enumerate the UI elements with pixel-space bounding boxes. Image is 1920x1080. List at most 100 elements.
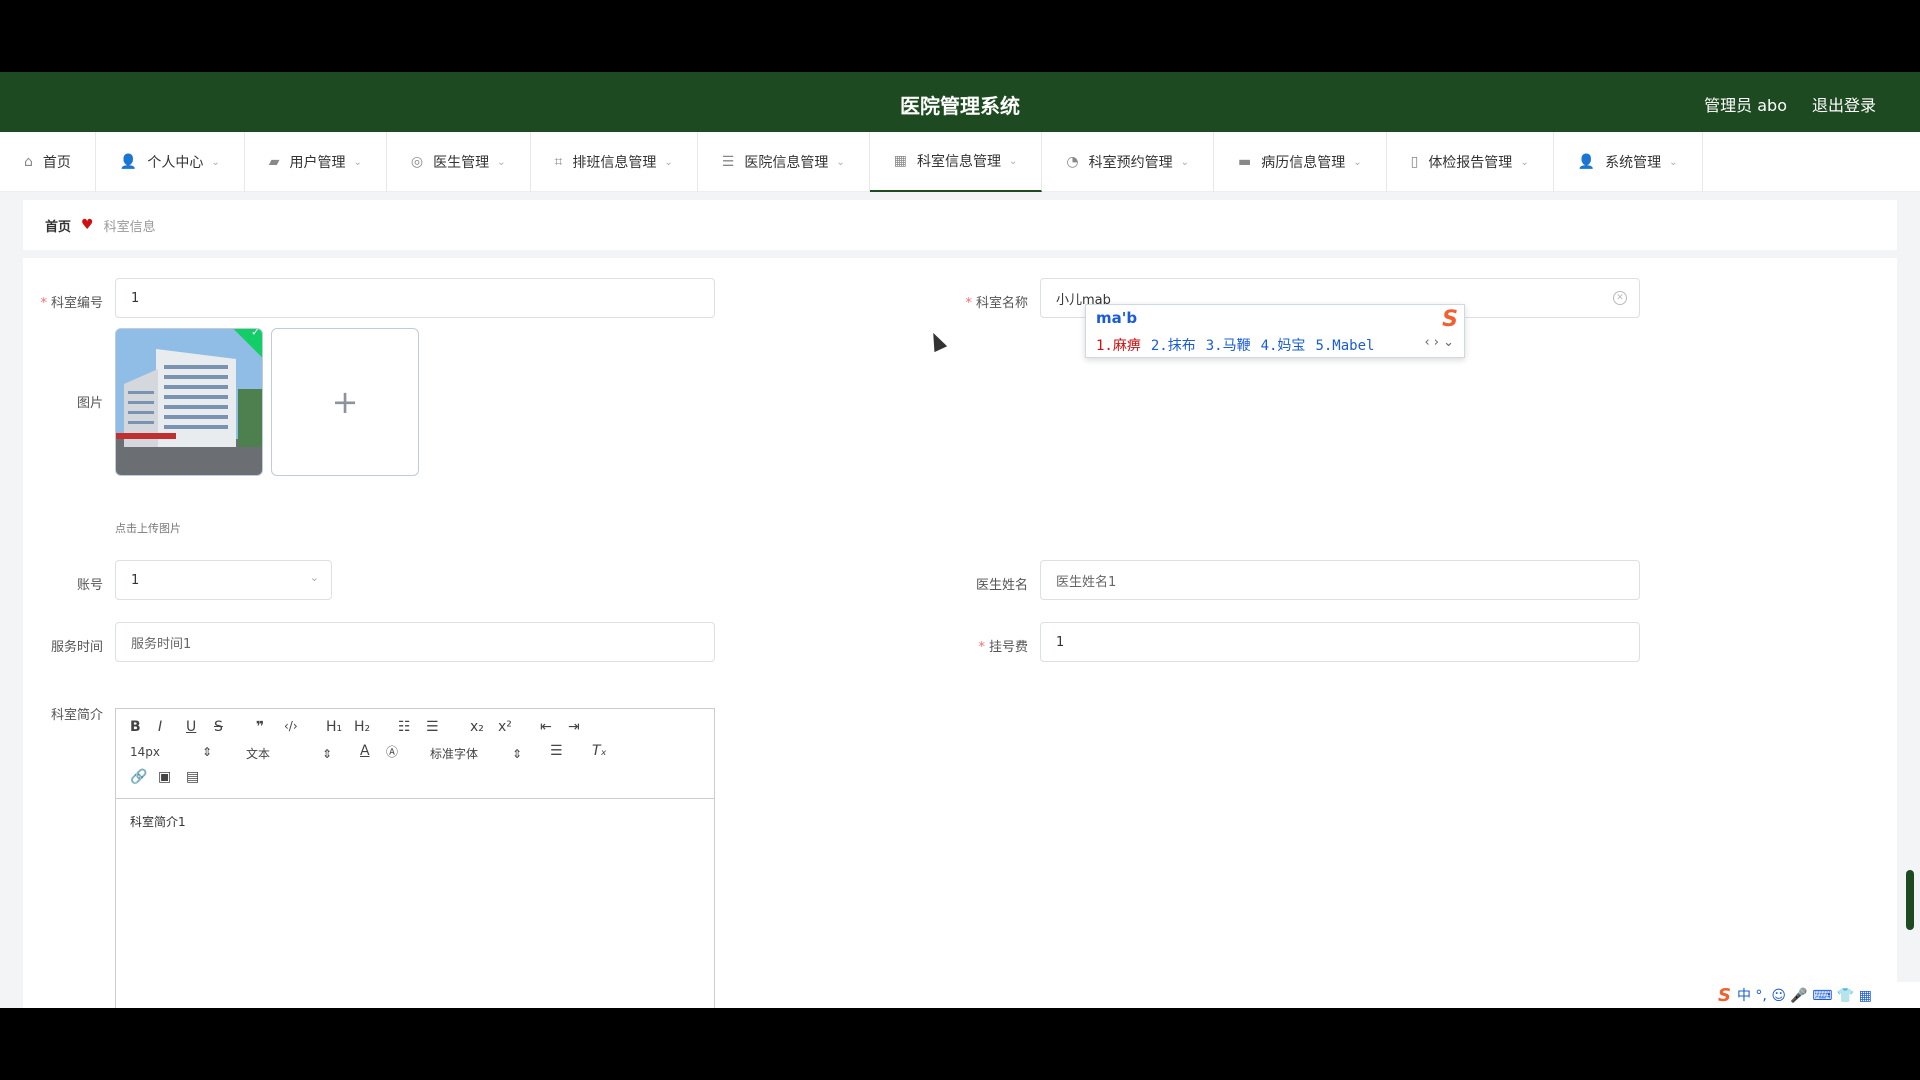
- upload-button[interactable]: +: [271, 328, 419, 476]
- clear-icon[interactable]: ✕: [1613, 291, 1627, 305]
- person-icon: 👤: [1577, 154, 1596, 170]
- service-time-label: 服务时间: [50, 640, 103, 655]
- strike-icon[interactable]: S: [214, 719, 223, 735]
- ime-candidate-4[interactable]: 4.妈宝: [1261, 338, 1306, 354]
- main-area: 首页 ♥ 科室信息 * 科室编号 1 * 科室名称 小儿mab ✕ 图片 ✓ +…: [0, 192, 1920, 1008]
- code-icon[interactable]: ‹/›: [284, 719, 298, 733]
- form-card: * 科室编号 1 * 科室名称 小儿mab ✕ 图片 ✓ + 点击上传图片 账号…: [23, 258, 1897, 1008]
- check-icon: ✓: [251, 328, 261, 339]
- h1-icon[interactable]: H₁: [326, 719, 342, 735]
- font-family-select[interactable]: 标准字体 ⇕: [430, 745, 522, 762]
- underline-icon[interactable]: U: [186, 719, 196, 735]
- rich-text-editor: B I U S ❞ ‹/› H₁ H₂ ☷ ☰ x₂ x² ⇤ ⇥ 14px ⇕ …: [115, 708, 715, 1008]
- quote-icon[interactable]: ❞: [256, 719, 264, 735]
- ime-candidate-1[interactable]: 1.麻痹: [1096, 338, 1141, 354]
- ime-tray-icons[interactable]: 中 °, ☺ 🎤 ⌨ 👕 ▦: [1737, 985, 1872, 1005]
- nav-item-8[interactable]: ▬ 病历信息管理 ⌄: [1214, 132, 1387, 192]
- chevron-down-icon: ⌄: [309, 571, 319, 584]
- ime-candidates: 1.麻痹 2.抹布 3.马鞭 4.妈宝 5.Mabel: [1096, 335, 1384, 355]
- fee-input[interactable]: 1: [1040, 622, 1640, 662]
- chevron-down-icon: ⌄: [211, 156, 220, 168]
- nav-item-0[interactable]: ⌂ 首页: [0, 132, 96, 192]
- subscript-icon[interactable]: x₂: [470, 719, 484, 735]
- italic-icon[interactable]: I: [158, 719, 162, 735]
- dept-no-input[interactable]: 1: [115, 278, 715, 318]
- clear-format-icon[interactable]: Tₓ: [592, 743, 607, 759]
- nav-item-5[interactable]: ☰ 医院信息管理 ⌄: [698, 132, 870, 192]
- intro-label: 科室简介: [50, 708, 103, 723]
- hospital-building-image: [116, 329, 262, 475]
- sogou-logo-icon: S: [1442, 307, 1458, 332]
- video-icon[interactable]: ▤: [186, 769, 199, 785]
- breadcrumb-home[interactable]: 首页: [45, 216, 71, 235]
- bold-icon[interactable]: B: [130, 719, 141, 735]
- chevron-down-icon: ⌄: [1008, 155, 1018, 167]
- doctor-name-input[interactable]: 医生姓名1: [1040, 560, 1640, 600]
- ime-candidate-popup: ma'b S 1.麻痹 2.抹布 3.马鞭 4.妈宝 5.Mabel ‹ › ⌄: [1085, 304, 1465, 358]
- nav-item-label: 个人中心: [147, 155, 204, 171]
- bottom-black-bar: [0, 1008, 1920, 1080]
- nav-item-label: 体检报告管理: [1428, 155, 1513, 171]
- admin-label: 管理员 abo: [1704, 96, 1787, 115]
- image-label: 图片: [76, 396, 103, 411]
- ticket-icon: ▬: [1237, 154, 1252, 170]
- indent-icon[interactable]: ⇥: [568, 719, 580, 735]
- superscript-icon[interactable]: x²: [498, 719, 512, 735]
- chevron-down-icon: ⌄: [497, 156, 506, 168]
- ime-candidate-2[interactable]: 2.抹布: [1151, 338, 1196, 354]
- font-color-icon[interactable]: A: [360, 743, 370, 759]
- logout-button[interactable]: 退出登录: [1812, 92, 1876, 116]
- nav-item-label: 用户管理: [289, 155, 346, 171]
- editor-toolbar: B I U S ❞ ‹/› H₁ H₂ ☷ ☰ x₂ x² ⇤ ⇥ 14px ⇕ …: [116, 709, 714, 799]
- dept-name-label: * 科室名称: [965, 296, 1028, 311]
- background-color-icon[interactable]: Ⓐ: [386, 743, 398, 760]
- plus-icon: +: [331, 383, 359, 421]
- bullet-list-icon[interactable]: ☰: [426, 719, 439, 735]
- chevron-down-icon: ⌄: [353, 156, 362, 168]
- account-select[interactable]: 1 ⌄: [115, 560, 332, 600]
- gauge-icon: ◔: [1066, 154, 1079, 170]
- outdent-icon[interactable]: ⇤: [540, 719, 552, 735]
- font-size-select[interactable]: 14px ⇕: [130, 745, 212, 759]
- ime-page-arrows[interactable]: ‹ › ⌄: [1424, 335, 1454, 350]
- crop-icon: ⌗: [554, 154, 563, 170]
- chevron-down-icon: ⌄: [1180, 156, 1189, 168]
- ime-status-tray[interactable]: S 中 °, ☺ 🎤 ⌨ 👕 ▦: [1710, 982, 1920, 1008]
- nav-item-1[interactable]: 👤 个人中心 ⌄: [96, 132, 245, 192]
- editor-content[interactable]: 科室简介1: [116, 799, 714, 844]
- chevron-down-icon: ⌄: [1520, 156, 1529, 168]
- nav-item-label: 病历信息管理: [1261, 155, 1346, 171]
- nav-item-2[interactable]: ▰ 用户管理 ⌄: [245, 132, 387, 192]
- nav-item-9[interactable]: ▯ 体检报告管理 ⌄: [1387, 132, 1554, 192]
- users-icon: ▰: [268, 154, 280, 170]
- chevron-down-icon: ⌄: [1353, 156, 1362, 168]
- nav-item-label: 科室信息管理: [916, 154, 1001, 170]
- align-icon[interactable]: ☰: [550, 743, 563, 759]
- nav-item-10[interactable]: 👤 系统管理 ⌄: [1554, 132, 1703, 192]
- ime-candidate-5[interactable]: 5.Mabel: [1315, 338, 1374, 354]
- page-scrollbar[interactable]: [1906, 870, 1914, 930]
- chevron-down-icon: ⌄: [1669, 156, 1678, 168]
- sliders-icon: ☰: [721, 154, 735, 170]
- nav-item-7[interactable]: ◔ 科室预约管理 ⌄: [1042, 132, 1214, 192]
- uploaded-image-thumbnail[interactable]: ✓: [115, 328, 263, 476]
- nav-item-label: 系统管理: [1605, 155, 1662, 171]
- doctor-name-label: 医生姓名: [975, 578, 1028, 593]
- ime-pinyin: ma'b: [1096, 309, 1138, 327]
- nav-item-label: 首页: [42, 155, 71, 171]
- nav-item-3[interactable]: ◎ 医生管理 ⌄: [387, 132, 531, 192]
- header-select[interactable]: 文本 ⇕: [246, 745, 332, 762]
- ime-candidate-3[interactable]: 3.马鞭: [1206, 338, 1251, 354]
- heart-icon: ♥: [81, 217, 94, 233]
- top-nav: ⌂ 首页 👤 个人中心 ⌄ ▰ 用户管理 ⌄ ◎ 医生管理 ⌄ ⌗ 排班信息管理 ⌄ ☰ 医院信息管理 ⌄ ▦ 科室…: [0, 132, 1920, 192]
- image-icon[interactable]: ▣: [158, 769, 171, 785]
- account-label: 账号: [76, 578, 103, 593]
- nav-item-4[interactable]: ⌗ 排班信息管理 ⌄: [531, 132, 698, 192]
- link-icon[interactable]: 🔗: [130, 769, 147, 785]
- ordered-list-icon[interactable]: ☷: [398, 719, 411, 735]
- h2-icon[interactable]: H₂: [354, 719, 370, 735]
- app-header: 医院管理系统 管理员 abo 退出登录: [0, 72, 1920, 132]
- nav-item-6[interactable]: ▦ 科室信息管理 ⌄: [869, 132, 1043, 192]
- mic-icon: ▯: [1410, 154, 1419, 170]
- service-time-input[interactable]: 服务时间1: [115, 622, 715, 662]
